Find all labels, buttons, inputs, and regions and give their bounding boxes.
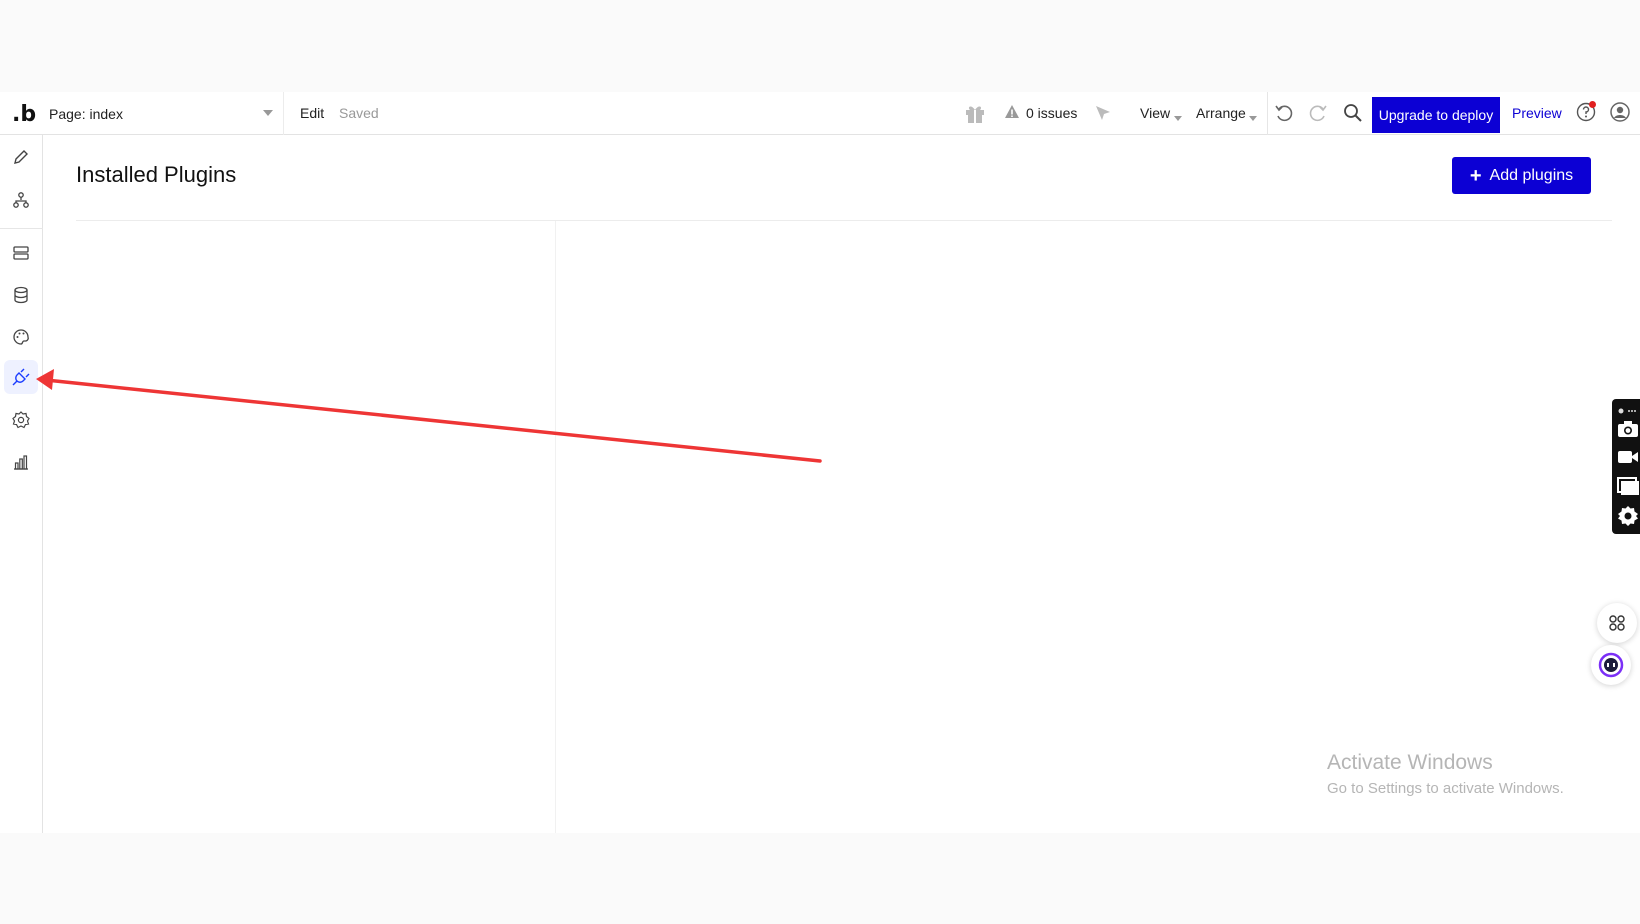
top-bar: .b Page: index Edit Saved 0 issues View … [0, 92, 1640, 135]
pencil-icon[interactable] [11, 147, 31, 167]
warning-icon[interactable] [1004, 104, 1020, 125]
floating-capture-toolbar [1612, 399, 1640, 534]
upgrade-to-deploy-button[interactable]: Upgrade to deploy [1372, 97, 1500, 133]
workflow-icon[interactable] [11, 190, 31, 210]
chevron-down-icon [1249, 116, 1257, 121]
left-sidebar [0, 135, 43, 833]
activate-windows-title: Activate Windows [1327, 751, 1493, 774]
assistant-button[interactable] [1591, 645, 1631, 685]
header-divider [76, 220, 1612, 221]
page-selector[interactable]: Page: index [44, 92, 284, 135]
redo-icon[interactable] [1308, 103, 1328, 128]
chevron-down-icon [263, 110, 273, 116]
assistant-face-icon [1598, 652, 1624, 678]
add-plugins-label: Add plugins [1489, 166, 1574, 184]
add-plugins-button[interactable]: + Add plugins [1452, 157, 1591, 194]
apps-grid-button[interactable] [1597, 603, 1637, 643]
plug-icon[interactable] [11, 367, 31, 387]
preview-button[interactable]: Preview [1512, 105, 1562, 121]
sidebar-divider [0, 228, 43, 229]
save-status: Saved [339, 105, 379, 121]
view-menu[interactable]: View [1140, 105, 1170, 121]
bar-chart-icon[interactable] [11, 452, 31, 472]
gear-icon[interactable] [11, 410, 31, 430]
search-icon[interactable] [1343, 103, 1363, 128]
window-capture-icon[interactable] [1617, 476, 1639, 501]
user-avatar-icon[interactable] [1610, 102, 1630, 127]
arrange-menu[interactable]: Arrange [1196, 105, 1246, 121]
gift-icon[interactable] [964, 102, 986, 129]
divider [1267, 92, 1268, 135]
settings-icon[interactable] [1617, 505, 1639, 532]
panel-divider [555, 221, 556, 833]
palette-icon[interactable] [11, 327, 31, 347]
edit-menu[interactable]: Edit [300, 105, 324, 121]
notification-dot [1589, 101, 1596, 108]
undo-icon[interactable] [1274, 103, 1294, 128]
page-title: Installed Plugins [76, 162, 237, 187]
editor-window: .b Page: index Edit Saved 0 issues View … [0, 92, 1640, 833]
database-icon[interactable] [11, 285, 31, 305]
plus-icon: + [1469, 164, 1482, 187]
issues-count[interactable]: 0 issues [1026, 105, 1077, 121]
chevron-down-icon [1174, 116, 1182, 121]
video-icon[interactable] [1617, 448, 1639, 471]
server-icon[interactable] [11, 243, 31, 263]
activate-windows-subtitle: Go to Settings to activate Windows. [1327, 780, 1564, 797]
bubble-logo[interactable]: .b [12, 102, 36, 127]
apps-grid-icon [1609, 615, 1625, 631]
page-selector-label: Page: index [49, 105, 123, 122]
camera-icon[interactable] [1617, 419, 1639, 444]
pointer-icon[interactable] [1094, 104, 1112, 127]
